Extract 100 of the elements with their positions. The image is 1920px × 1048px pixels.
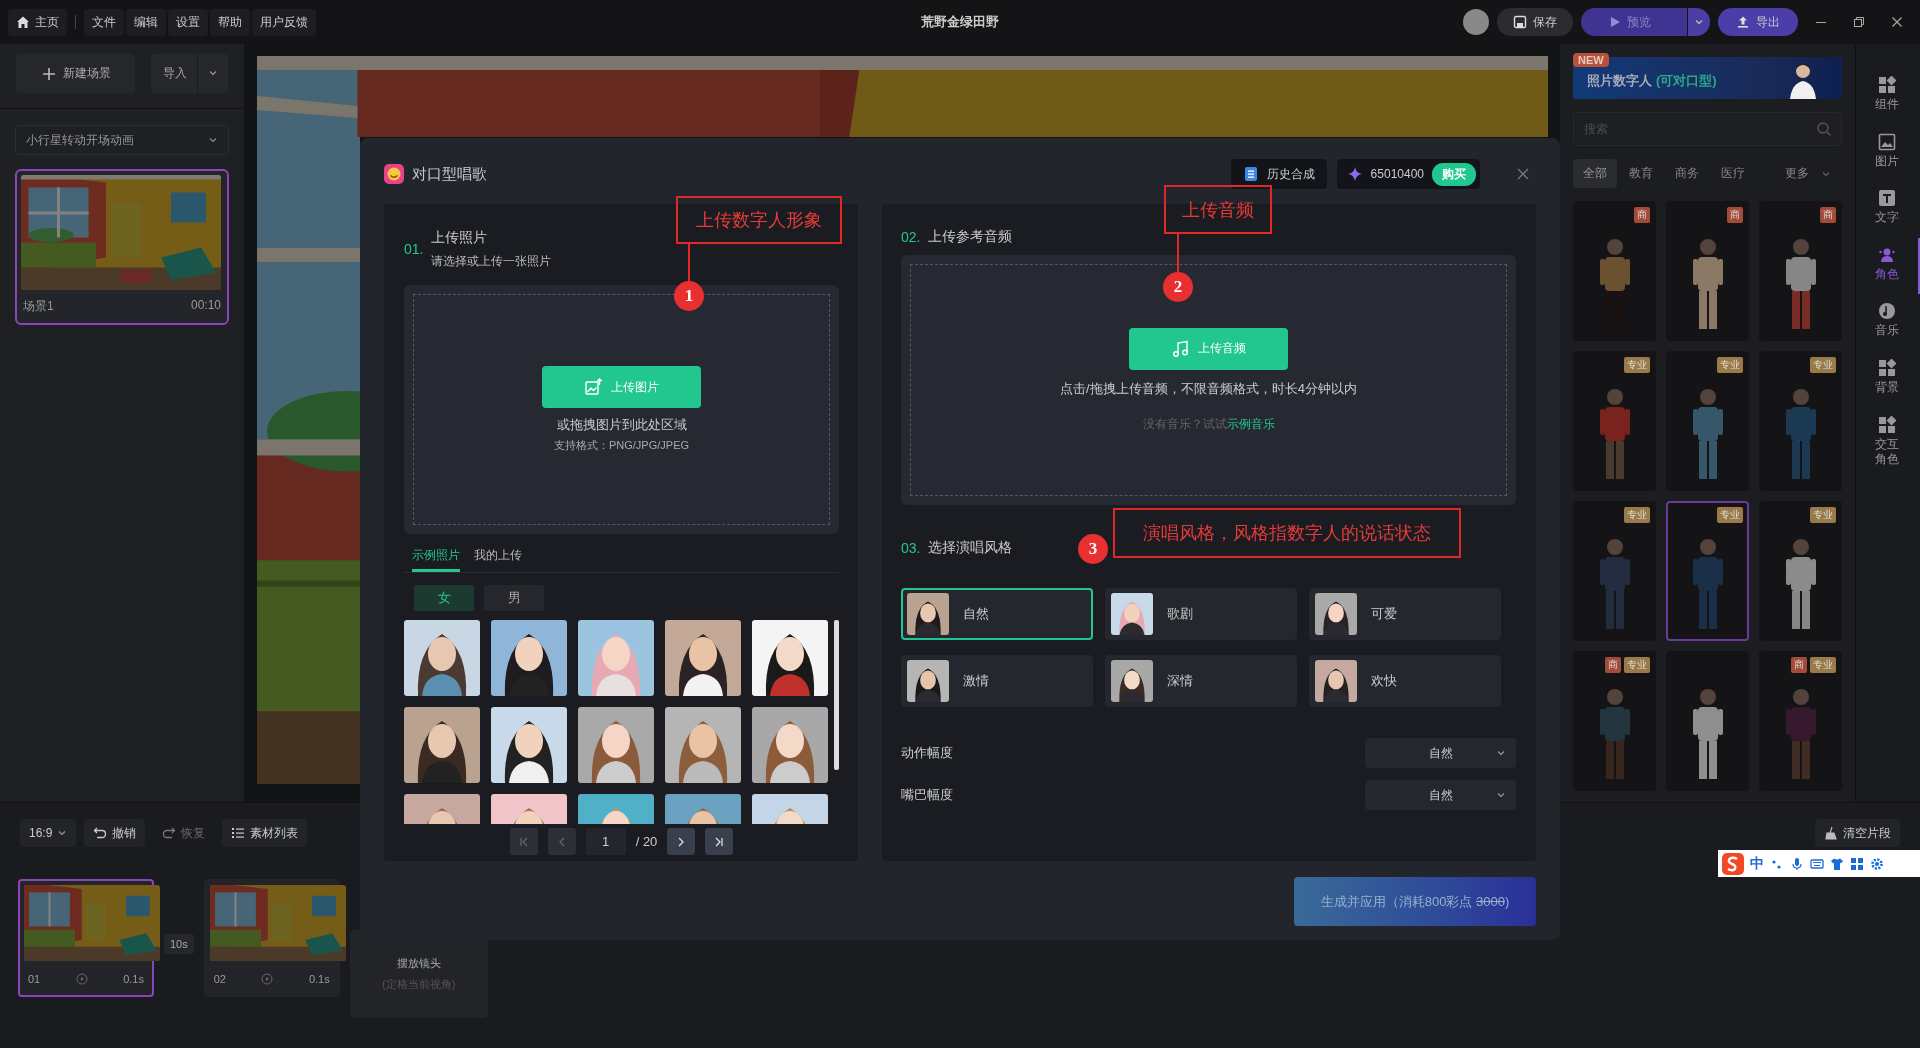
style-option[interactable]: 深情 [1105, 655, 1297, 707]
play-icon[interactable] [261, 973, 274, 985]
home-button[interactable]: 主页 [8, 8, 67, 36]
music-note-icon [1171, 339, 1190, 358]
shirt-icon[interactable] [1830, 856, 1844, 871]
play-icon [1609, 16, 1621, 28]
ratio-select[interactable]: 16:9 [20, 819, 77, 847]
setting-select[interactable]: 自然 [1365, 780, 1516, 810]
upload-icon [1736, 15, 1750, 29]
redo-icon [162, 826, 177, 840]
character-card[interactable] [1666, 651, 1749, 791]
sidebar-tab[interactable]: 交互角色 [1856, 407, 1920, 480]
import-button[interactable]: 导入 [151, 54, 197, 93]
category-tab[interactable]: 更多 [1775, 159, 1819, 188]
play-icon[interactable] [75, 973, 88, 985]
gender-filter[interactable]: 女 [414, 585, 474, 611]
materials-button[interactable]: 素材列表 [222, 819, 308, 847]
tier-badge: 专业 [1717, 357, 1743, 373]
dropdown-button[interactable] [1688, 8, 1710, 36]
step-number: 03. [901, 540, 921, 556]
settings-icon[interactable] [1870, 856, 1884, 871]
microphone-icon[interactable] [1790, 856, 1804, 871]
section-title: 上传照片 [431, 228, 489, 247]
sidebar-tab[interactable]: 图片 [1856, 124, 1920, 182]
photo-tab[interactable]: 我的上传 [474, 542, 522, 572]
project-select[interactable]: 小行星转动开场动画 [15, 125, 229, 155]
history-button[interactable]: 历史合成 [1230, 159, 1327, 189]
placeholder-title: 摆放镜头 [396, 956, 441, 971]
save-icon [1513, 15, 1527, 29]
setting-select[interactable]: 自然 [1365, 738, 1516, 768]
export-button[interactable]: 导出 [1718, 8, 1798, 36]
caret-icon [1694, 17, 1704, 27]
caret-icon [57, 828, 68, 838]
style-option[interactable]: 可爱 [1309, 588, 1501, 640]
grid-icon[interactable] [1850, 856, 1864, 871]
annotation-label: 上传数字人形象 [676, 196, 842, 244]
save-button[interactable]: 保存 [1497, 8, 1573, 36]
image-icon [1878, 132, 1896, 151]
sample-music-link[interactable]: 示例音乐 [1226, 415, 1275, 433]
photo-tab[interactable]: 示例照片 [412, 542, 460, 572]
menu-item[interactable]: 帮助 [210, 8, 250, 36]
tier-badge: 专业 [1624, 507, 1650, 523]
transition-chip[interactable]: 10s [164, 933, 194, 954]
try-hint: 没有音乐？试试 [1142, 415, 1227, 433]
music-icon [1878, 302, 1896, 321]
search-icon [1816, 121, 1832, 137]
close-icon [1891, 16, 1903, 28]
menu-item[interactable]: 编辑 [126, 8, 166, 36]
next-page-button[interactable] [667, 828, 696, 855]
avatar[interactable] [1463, 9, 1489, 35]
new-badge: NEW [1573, 53, 1609, 67]
page-field[interactable]: 1 [585, 828, 626, 855]
style-option[interactable]: 自然 [901, 588, 1093, 640]
close-icon [1516, 167, 1530, 181]
last-page-button[interactable] [705, 828, 734, 855]
character-card[interactable]: 商 专业 [1759, 651, 1842, 791]
ime-logo-icon[interactable] [1722, 852, 1744, 875]
new-scene-button[interactable]: 新建场景 [16, 54, 135, 93]
section-title: 选择演唱风格 [928, 539, 1013, 557]
last-page-icon [713, 835, 726, 848]
annotation-label: 演唱风格，风格指数字人的说话状态 [1113, 508, 1461, 558]
style-option[interactable]: 歌剧 [1105, 588, 1297, 640]
sidebar-tab[interactable]: 音乐 [1856, 294, 1920, 351]
category-tab[interactable]: 医疗 [1711, 159, 1755, 188]
sidebar-tab[interactable]: 角色 [1856, 237, 1920, 295]
character-card[interactable]: 商 专业 [1573, 651, 1656, 791]
menu-item[interactable]: 用户反馈 [252, 8, 316, 36]
style-option[interactable]: 欢快 [1309, 655, 1501, 707]
leader-line [1177, 234, 1179, 272]
sidebar-tab[interactable]: 文字 [1856, 181, 1920, 238]
scene-name: 场景1 [23, 298, 54, 315]
tier-badge: 专业 [1624, 657, 1650, 673]
sidebar-tab[interactable]: 背景 [1856, 350, 1920, 408]
input-mode[interactable]: 中 [1750, 854, 1764, 873]
clear-button[interactable]: 清空片段 [1815, 819, 1900, 847]
grid-icon [1878, 415, 1896, 434]
generate-button[interactable]: 生成并应用（消耗800彩点 3000) [1294, 877, 1536, 926]
scene-card[interactable]: 场景1 00:10 [15, 169, 229, 325]
app-icon [384, 164, 404, 184]
keyboard-icon[interactable] [1810, 856, 1824, 871]
character-card[interactable]: 商 [1759, 201, 1842, 341]
sidebar-tab[interactable]: 组件 [1856, 68, 1920, 125]
page-total: / 20 [635, 834, 658, 849]
tier-badge: 商 [1820, 207, 1836, 223]
category-tab[interactable]: 教育 [1619, 159, 1663, 188]
step-number: 02. [901, 229, 921, 245]
character-card[interactable]: 商 [1573, 201, 1656, 341]
caret-icon [1496, 790, 1506, 800]
category-tab[interactable]: 全部 [1573, 159, 1617, 188]
gender-filter[interactable]: 男 [484, 585, 544, 611]
tier-badge: 专业 [1717, 507, 1743, 523]
menu-item[interactable]: 设置 [168, 8, 208, 36]
style-option[interactable]: 激情 [901, 655, 1093, 707]
undo-icon [93, 826, 108, 840]
undo-button[interactable]: 撤销 [84, 819, 146, 847]
character-card[interactable]: 商 [1666, 201, 1749, 341]
points-balance: 65010400 [1370, 167, 1424, 181]
drop-hint: 点击/拖拽上传音频，不限音频格式，时长4分钟以内 [1060, 379, 1357, 398]
menu-item[interactable]: 文件 [84, 8, 124, 36]
category-tab[interactable]: 商务 [1665, 159, 1709, 188]
